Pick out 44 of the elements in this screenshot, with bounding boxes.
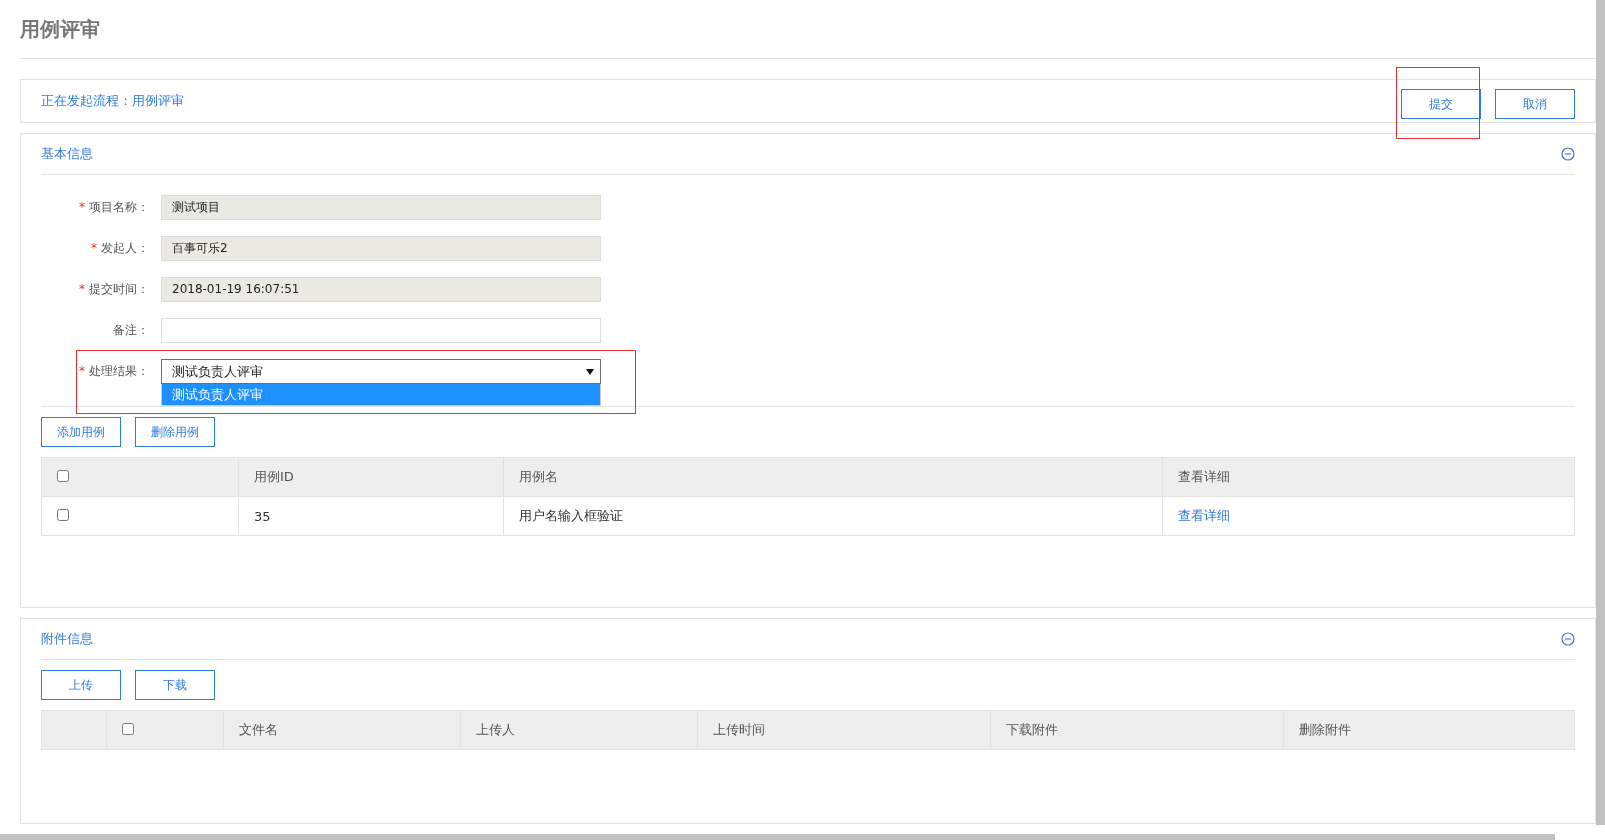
required-mark: * [79, 200, 85, 214]
process-label: 正在发起流程：用例评审 [41, 92, 184, 110]
column-header: 下载附件 [1006, 722, 1058, 737]
column-header: 用例名 [519, 469, 558, 484]
required-mark: * [79, 364, 85, 378]
field-label: 项目名称： [89, 200, 149, 214]
field-label: 备注： [113, 323, 149, 337]
table-cell: 用户名输入框验证 [519, 508, 623, 523]
collapse-icon[interactable] [1561, 147, 1575, 161]
column-header: 查看详细 [1178, 469, 1230, 484]
dropdown[interactable]: 测试负责人评审 [161, 359, 601, 384]
collapse-icon[interactable] [1561, 632, 1575, 646]
input-field[interactable]: 百事可乐2 [161, 236, 601, 261]
table-cell: 35 [254, 508, 271, 524]
table-button[interactable]: 上传 [41, 670, 121, 700]
scrollbar[interactable] [1596, 0, 1605, 825]
column-header: 上传人 [476, 722, 515, 737]
checkbox[interactable] [57, 469, 69, 482]
column-header: 删除附件 [1299, 722, 1351, 737]
page-title: 用例评审 [20, 16, 100, 43]
input-field[interactable]: 测试项目 [161, 195, 601, 220]
column-header: 上传时间 [713, 722, 765, 737]
action-button[interactable]: 取消 [1495, 89, 1575, 119]
checkbox[interactable] [57, 508, 69, 521]
table-button[interactable]: 下载 [135, 670, 215, 700]
section-title: 基本信息 [41, 145, 93, 163]
required-mark: * [91, 241, 97, 255]
detail-link[interactable]: 查看详细 [1178, 508, 1230, 523]
checkbox[interactable] [122, 722, 134, 735]
scrollbar[interactable] [0, 834, 1555, 840]
caret-icon [586, 368, 594, 375]
section-title: 附件信息 [41, 630, 93, 648]
dropdown-option[interactable]: 测试负责人评审 [161, 384, 601, 406]
field-label: 提交时间： [89, 282, 149, 296]
input-field[interactable] [161, 318, 601, 343]
column-header: 用例ID [254, 469, 294, 484]
required-mark: * [79, 282, 85, 296]
table-button[interactable]: 删除用例 [135, 417, 215, 447]
column-header: 文件名 [239, 722, 278, 737]
input-field[interactable]: 2018-01-19 16:07:51 [161, 277, 601, 302]
field-label: 处理结果： [89, 364, 149, 378]
table-button[interactable]: 添加用例 [41, 417, 121, 447]
field-label: 发起人： [101, 241, 149, 255]
action-button[interactable]: 提交 [1401, 89, 1481, 119]
